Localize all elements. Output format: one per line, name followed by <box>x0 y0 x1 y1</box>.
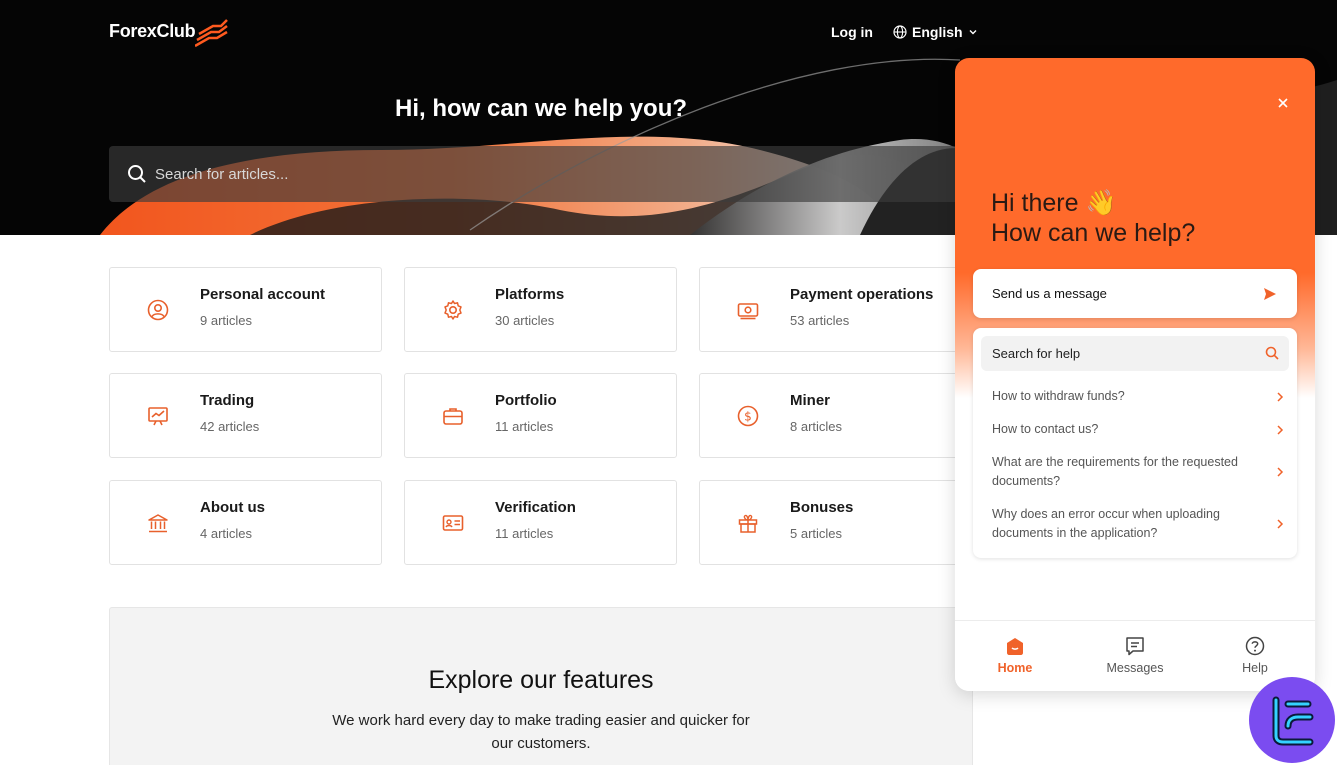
category-count: 5 articles <box>790 526 843 541</box>
send-arrow-icon <box>1264 288 1276 300</box>
category-count: 53 articles <box>790 313 850 328</box>
category-title: Verification <box>495 499 576 516</box>
category-card-verification[interactable]: Verification 11 articles <box>404 480 677 565</box>
category-title: Miner <box>790 392 831 409</box>
help-search-field[interactable]: Search for help <box>981 336 1289 371</box>
category-card-trading[interactable]: Trading 42 articles <box>109 373 382 458</box>
faq-question: How to withdraw funds? <box>992 389 1125 403</box>
category-count: 11 articles <box>495 526 554 541</box>
chevron-down-icon <box>969 30 977 35</box>
bank-icon <box>148 514 168 533</box>
close-icon <box>1278 98 1288 108</box>
gift-icon <box>738 514 758 533</box>
category-count: 9 articles <box>200 313 253 328</box>
greeting-line-2: How can we help? <box>991 219 1196 247</box>
chevron-right-icon <box>1277 467 1284 477</box>
chart-board-icon <box>148 407 168 426</box>
category-count: 11 articles <box>495 419 554 434</box>
send-message-button[interactable]: Send us a message <box>973 269 1297 318</box>
globe-icon <box>893 25 907 39</box>
faq-item[interactable]: How to contact us? <box>992 420 1284 439</box>
tc-logo-icon <box>1272 696 1314 746</box>
category-card-payment-operations[interactable]: Payment operations 53 articles <box>699 267 989 352</box>
category-card-bonuses[interactable]: Bonuses 5 articles <box>699 480 989 565</box>
tab-label: Home <box>997 661 1033 675</box>
category-card-portfolio[interactable]: Portfolio 11 articles <box>404 373 677 458</box>
language-label: English <box>912 24 963 40</box>
tab-label: Help <box>1242 661 1268 675</box>
forexclub-logo[interactable]: ForexClub <box>109 14 231 48</box>
dollar-coin-icon: $ <box>737 405 759 427</box>
search-icon <box>1265 346 1279 360</box>
chevron-right-icon <box>1277 519 1284 529</box>
help-search-label: Search for help <box>992 346 1081 361</box>
chevron-right-icon <box>1277 391 1284 402</box>
category-title: Bonuses <box>790 499 854 516</box>
svg-text:$: $ <box>744 410 752 424</box>
features-title: Explore our features <box>428 666 654 694</box>
category-title: About us <box>200 499 265 516</box>
chat-icon <box>1126 637 1144 656</box>
category-title: Payment operations <box>790 286 934 303</box>
tab-label: Messages <box>1106 661 1164 675</box>
chevron-right-icon <box>1277 424 1284 435</box>
category-count: 8 articles <box>790 419 843 434</box>
category-card-miner[interactable]: $ Miner 8 articles <box>699 373 989 458</box>
money-icon <box>737 303 759 320</box>
language-selector[interactable]: English <box>893 24 978 40</box>
category-title: Platforms <box>495 286 565 303</box>
category-card-personal-account[interactable]: Personal account 9 articles <box>109 267 382 352</box>
faq-item[interactable]: Why does an error occur when uploading d… <box>992 505 1284 543</box>
help-search-card: Search for help How to withdraw funds? H… <box>973 328 1297 558</box>
tab-messages[interactable]: Messages <box>1075 621 1195 691</box>
category-title: Trading <box>200 392 255 409</box>
question-circle-icon <box>1245 636 1265 656</box>
category-card-about-us[interactable]: About us 4 articles <box>109 480 382 565</box>
id-card-icon <box>442 515 464 531</box>
help-center-page: ForexClub Log in English Hi, how can we … <box>0 0 1337 765</box>
top-nav: Log in English <box>831 24 978 40</box>
search-icon <box>128 165 146 183</box>
support-chat-widget: Hi there 👋 How can we help? Send us a me… <box>955 58 1315 691</box>
logo-stripes-icon <box>195 19 229 48</box>
login-link[interactable]: Log in <box>831 24 873 40</box>
faq-question: Why does an error occur when uploading d… <box>992 507 1220 540</box>
faq-item[interactable]: What are the requirements for the reques… <box>992 453 1284 491</box>
category-title: Personal account <box>200 286 326 303</box>
send-message-label: Send us a message <box>992 286 1107 301</box>
greeting-line-1: Hi there 👋 <box>991 189 1117 217</box>
close-widget-button[interactable] <box>1277 94 1289 112</box>
widget-tab-bar: Home Messages Help <box>955 620 1315 691</box>
hero-title: Hi, how can we help you? <box>394 95 688 122</box>
faq-item[interactable]: How to withdraw funds? <box>992 387 1284 406</box>
category-card-platforms[interactable]: Platforms 30 articles <box>404 267 677 352</box>
corner-watermark-logo <box>1249 677 1335 763</box>
gear-icon <box>444 300 462 320</box>
article-search-bar[interactable] <box>109 146 989 202</box>
article-search-input[interactable] <box>155 165 855 183</box>
home-icon <box>1007 638 1023 655</box>
category-count: 30 articles <box>495 313 555 328</box>
briefcase-icon <box>443 408 463 425</box>
faq-question: What are the requirements for the reques… <box>992 455 1238 488</box>
widget-greeting: Hi there 👋 How can we help? <box>991 188 1195 248</box>
user-circle-icon <box>147 299 169 321</box>
features-section: Explore our features We work hard every … <box>109 607 973 765</box>
category-title: Portfolio <box>495 392 557 409</box>
faq-question: How to contact us? <box>992 422 1099 436</box>
tab-home[interactable]: Home <box>955 621 1075 691</box>
category-count: 42 articles <box>200 419 260 434</box>
features-text: We work hard every day to make trading e… <box>332 712 750 752</box>
category-count: 4 articles <box>200 526 253 541</box>
